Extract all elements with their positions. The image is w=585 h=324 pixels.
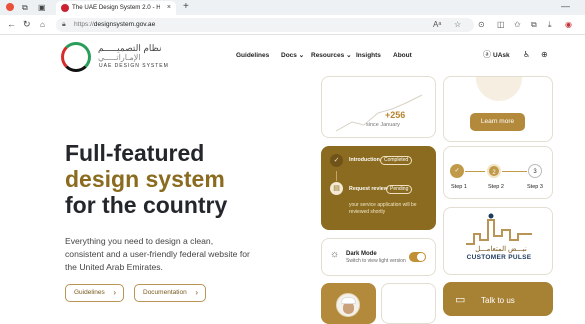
split-screen-icon[interactable]: ◫ bbox=[497, 19, 505, 31]
logo-arabic-text-2: الإمـاراتـــــي bbox=[98, 53, 141, 62]
extension-icon[interactable]: ◉ bbox=[565, 19, 572, 31]
chat-bubble-icon: ▭ bbox=[455, 294, 466, 306]
avatar-headwear bbox=[341, 297, 356, 304]
status-badge-pending: Pending bbox=[386, 185, 413, 194]
downloads-icon[interactable]: ⤓ bbox=[548, 19, 552, 31]
dark-mode-subtitle: Switch to view light version bbox=[346, 258, 406, 264]
url-bar[interactable]: 🔒︎ https://designsystem.gov.ae bbox=[56, 18, 474, 32]
stat-caption: since January bbox=[366, 122, 400, 128]
uae-logo-emblem-icon[interactable] bbox=[61, 42, 91, 72]
step-3-label: Step 3 bbox=[527, 184, 543, 190]
dark-mode-title: Dark Mode bbox=[346, 251, 377, 257]
globe-icon[interactable]: ⊕ bbox=[541, 50, 548, 60]
step-connector-2 bbox=[502, 171, 527, 172]
site-favicon-icon bbox=[61, 4, 69, 12]
nav-about[interactable]: About bbox=[393, 51, 412, 60]
check-icon: ✓ bbox=[330, 154, 343, 167]
timeline-connector bbox=[336, 171, 337, 181]
window-minimize-button[interactable]: — bbox=[561, 1, 570, 11]
hero-title-line-2: design system bbox=[65, 166, 225, 192]
back-arrow-icon[interactable]: ← bbox=[7, 19, 16, 30]
browser-tab-bar: ⧉ ▣ The UAE Design System 2.0 - Hom × + … bbox=[0, 0, 585, 15]
chevron-right-icon: › bbox=[195, 288, 198, 297]
read-aloud-icon[interactable]: Aᵃ bbox=[433, 19, 441, 31]
documentation-button-label: Documentation bbox=[143, 289, 187, 296]
refresh-icon[interactable]: ↻ bbox=[23, 19, 31, 30]
hero-title-line-1: Full-featured bbox=[65, 140, 205, 166]
uask-label[interactable]: UAsk bbox=[493, 51, 510, 60]
chevron-down-icon: ⌄ bbox=[346, 52, 352, 59]
logo-english-text: UAE DESIGN SYSTEM bbox=[99, 63, 169, 69]
customer-pulse-logo-icon bbox=[466, 213, 532, 245]
new-tab-button[interactable]: + bbox=[183, 1, 189, 13]
decorative-blob bbox=[476, 77, 522, 101]
documentation-button[interactable]: Documentation › bbox=[134, 284, 206, 302]
accessibility-icon[interactable]: ♿︎ bbox=[523, 50, 530, 60]
tab-title: The UAE Design System 2.0 - Hom bbox=[72, 4, 160, 11]
talk-to-us-label: Talk to us bbox=[481, 296, 515, 305]
guidelines-button[interactable]: Guidelines › bbox=[65, 284, 124, 302]
lock-icon: 🔒︎ bbox=[62, 21, 66, 28]
status-badge-completed: Completed bbox=[380, 156, 413, 165]
stat-value: +256 bbox=[385, 110, 406, 120]
timeline-item-1-title: Introduction bbox=[349, 157, 380, 163]
nav-insights[interactable]: Insights bbox=[356, 51, 381, 60]
timeline-item-2-desc: your service application will be reviewe… bbox=[349, 202, 417, 215]
workspaces-icon[interactable]: ⧉ bbox=[22, 3, 28, 12]
browser-logo-icon[interactable] bbox=[6, 3, 14, 11]
nav-docs[interactable]: Docs ⌄ bbox=[281, 51, 304, 60]
sun-icon: ☼ bbox=[330, 249, 340, 260]
hero-description: Everything you need to design a clean, c… bbox=[65, 236, 250, 272]
dark-mode-toggle[interactable] bbox=[409, 252, 426, 262]
home-icon[interactable]: ⌂ bbox=[40, 19, 45, 30]
avatar-card bbox=[321, 283, 376, 324]
hero-title-line-3: for the country bbox=[65, 192, 228, 218]
tab-close-icon[interactable]: × bbox=[167, 3, 171, 13]
step-2-label: Step 2 bbox=[488, 184, 504, 190]
chevron-down-icon: ⌄ bbox=[298, 52, 305, 59]
customer-pulse-arabic: نبـــض المتعامـــل bbox=[475, 246, 527, 253]
collections-icon[interactable]: ⧉ bbox=[531, 19, 537, 31]
step-3-circle: 3 bbox=[528, 164, 542, 178]
step-2-circle: 2 bbox=[487, 164, 501, 178]
avatar bbox=[336, 293, 360, 317]
uask-assistant-icon[interactable]: ⓐ bbox=[483, 50, 491, 60]
url-text: https://designsystem.gov.ae bbox=[74, 21, 156, 28]
step-connector-1 bbox=[465, 171, 485, 172]
tab-actions-icon[interactable]: ▣ bbox=[38, 3, 46, 12]
nav-guidelines[interactable]: Guidelines bbox=[236, 51, 269, 60]
document-icon: ▤ bbox=[330, 182, 343, 195]
toggle-knob bbox=[417, 253, 425, 261]
step-1-check-icon: ✓ bbox=[450, 164, 464, 178]
nav-resources[interactable]: Resources ⌄ bbox=[311, 51, 352, 60]
blank-card bbox=[381, 283, 436, 324]
chevron-right-icon: › bbox=[113, 288, 116, 297]
customer-pulse-card[interactable]: نبـــض المتعامـــل CUSTOMER PULSE bbox=[443, 207, 553, 275]
learn-more-card bbox=[443, 76, 553, 142]
learn-more-button[interactable]: Learn more bbox=[470, 113, 525, 131]
favorite-star-icon[interactable]: ☆ bbox=[454, 19, 461, 31]
browser-essentials-icon[interactable]: ⊙ bbox=[478, 19, 485, 31]
favorites-bar-icon[interactable]: ✩ bbox=[514, 19, 521, 31]
timeline-item-2-title: Request review bbox=[349, 186, 388, 192]
guidelines-button-label: Guidelines bbox=[74, 289, 105, 296]
customer-pulse-english: CUSTOMER PULSE bbox=[466, 254, 532, 261]
step-1-label: Step 1 bbox=[451, 184, 467, 190]
active-tab[interactable]: The UAE Design System 2.0 - Hom × bbox=[56, 1, 176, 15]
